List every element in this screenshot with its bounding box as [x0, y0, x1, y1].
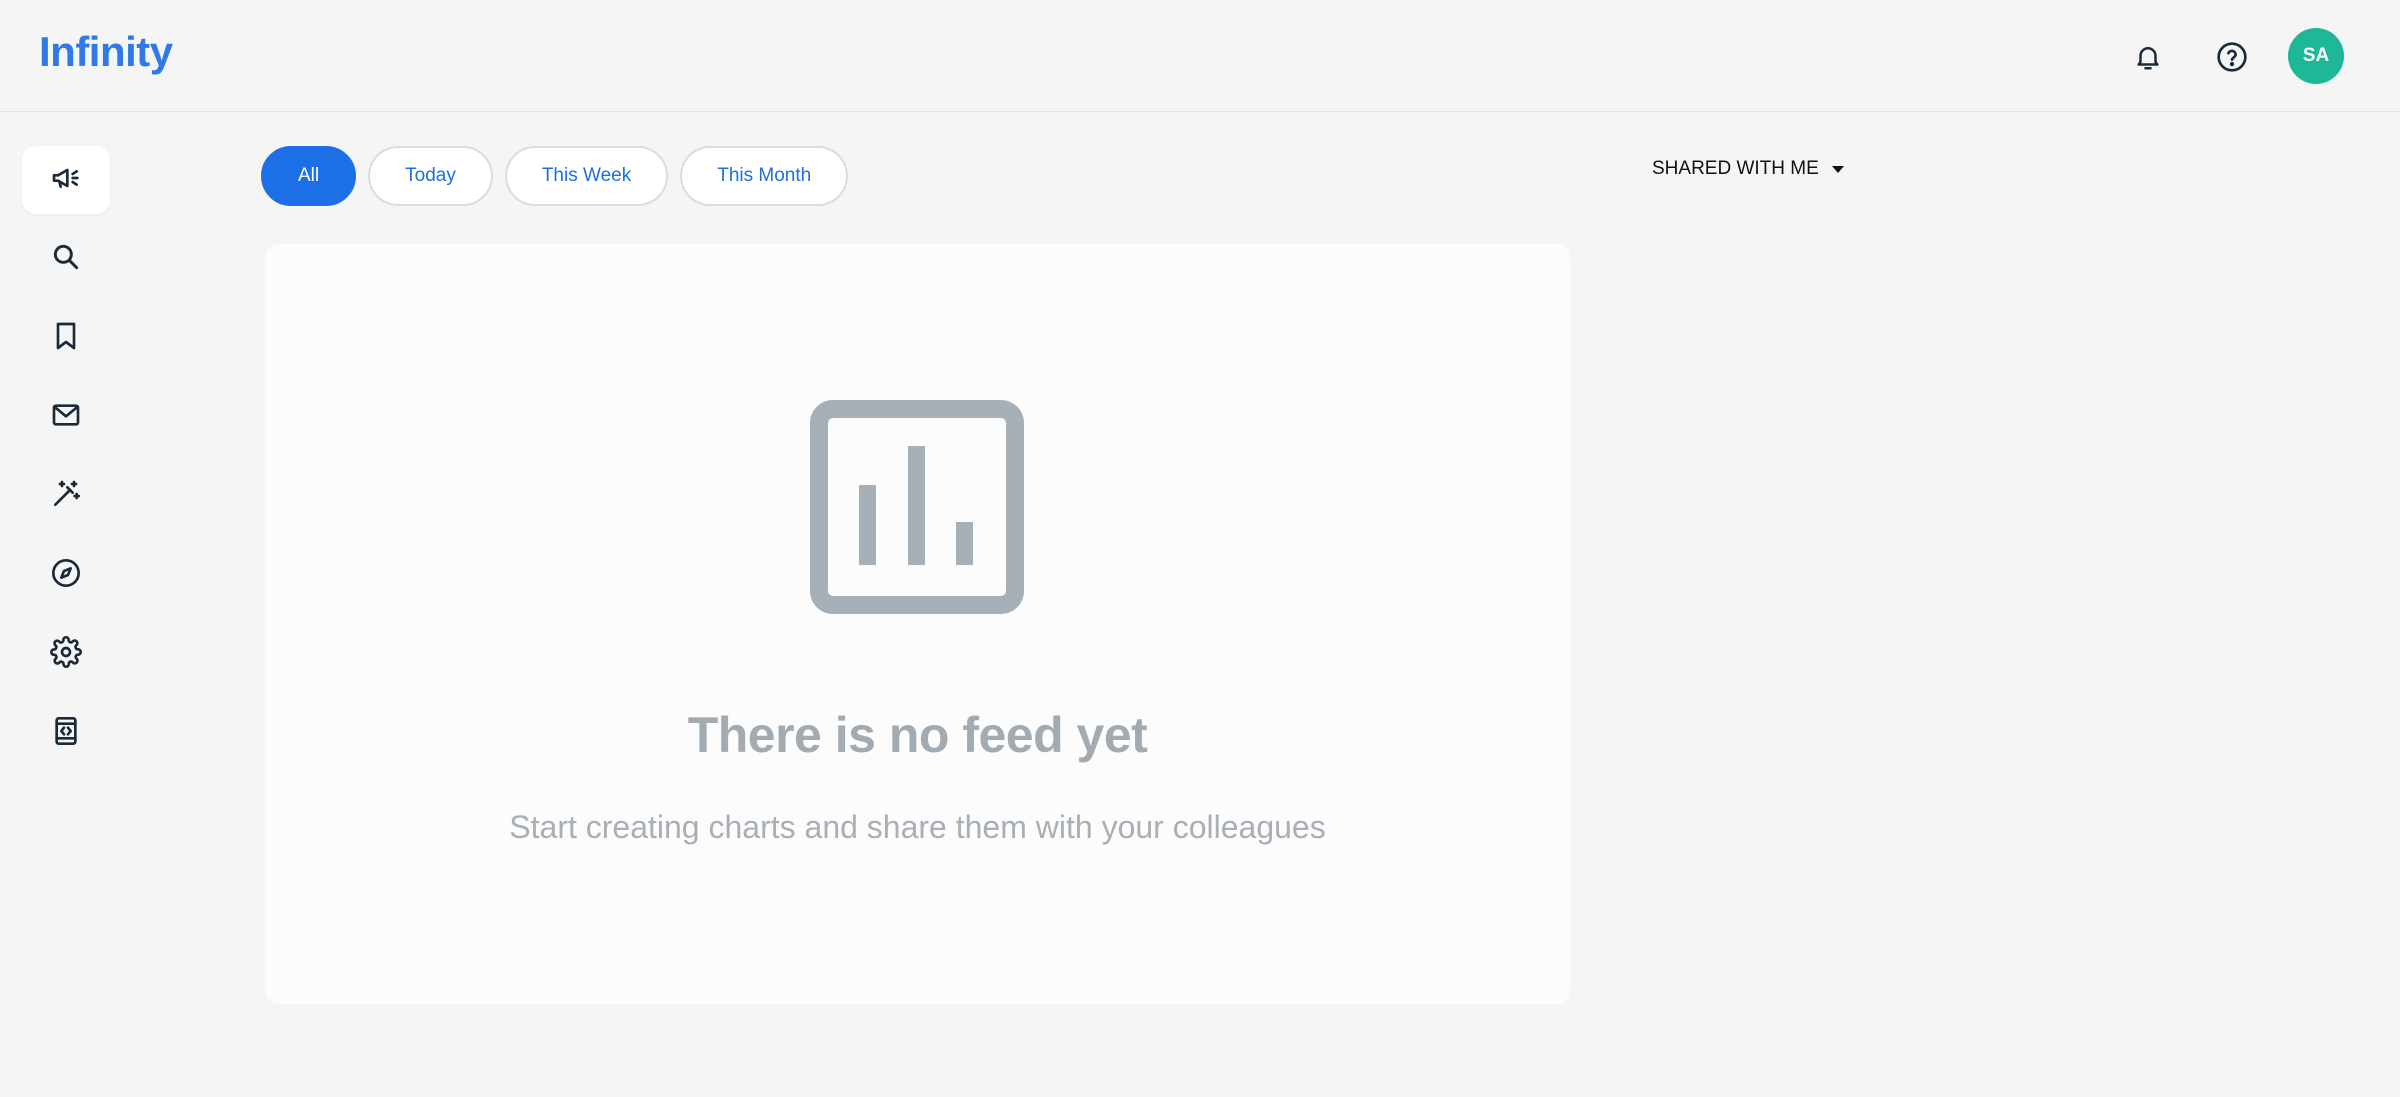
mail-icon [50, 399, 82, 436]
sidebar-item-search[interactable] [22, 225, 110, 293]
shared-with-me-dropdown[interactable]: SHARED WITH ME [1652, 158, 1845, 180]
sidebar-item-settings[interactable] [22, 620, 110, 688]
caret-down-icon [1831, 158, 1845, 180]
user-avatar[interactable]: SA [2288, 28, 2344, 84]
empty-state-title: There is no feed yet [687, 707, 1148, 763]
filter-this-month-button[interactable]: This Month [680, 146, 849, 206]
time-filter-group: All Today This Week This Month [261, 146, 849, 206]
megaphone-icon [50, 162, 82, 199]
top-header: Infinity SA [0, 0, 2400, 112]
gear-icon [50, 635, 82, 673]
bell-icon[interactable] [2128, 37, 2168, 77]
search-icon [50, 241, 82, 278]
magic-wand-icon [50, 478, 82, 515]
shared-dropdown-label: SHARED WITH ME [1652, 158, 1819, 179]
sidebar-item-messages[interactable] [22, 383, 110, 451]
filter-this-week-button[interactable]: This Week [504, 146, 669, 206]
sidebar-nav [22, 146, 110, 778]
compass-icon [50, 557, 82, 594]
filter-today-button[interactable]: Today [368, 146, 493, 206]
app-logo[interactable]: Infinity [39, 28, 173, 76]
sidebar-item-explore[interactable] [22, 541, 110, 609]
feed-empty-card: There is no feed yet Start creating char… [265, 244, 1570, 1004]
empty-state-subtitle: Start creating charts and share them wit… [509, 809, 1326, 845]
code-device-icon [50, 715, 82, 752]
sidebar-item-bookmarks[interactable] [22, 304, 110, 372]
sidebar-item-feed[interactable] [22, 146, 110, 214]
sidebar-item-magic[interactable] [22, 462, 110, 530]
help-circle-icon[interactable] [2212, 37, 2252, 77]
bookmark-icon [50, 320, 82, 357]
sidebar-item-developer[interactable] [22, 699, 110, 767]
filter-all-button[interactable]: All [261, 146, 357, 206]
bar-chart-icon [810, 400, 1024, 619]
